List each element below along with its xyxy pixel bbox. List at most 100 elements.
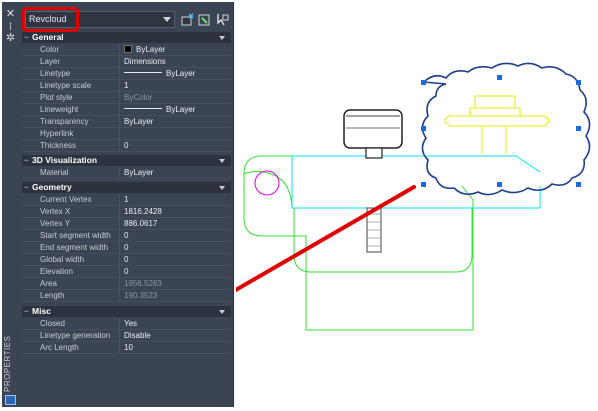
dropdown-icon[interactable]	[163, 17, 171, 22]
prop-value: 0	[124, 141, 129, 150]
prop-label: Vertex Y	[40, 219, 71, 228]
prop-value: 886.0617	[124, 219, 158, 228]
prop-row-arc-length[interactable]: Arc Length 10	[22, 342, 231, 354]
grip	[497, 75, 502, 80]
prop-value: 10	[124, 343, 133, 352]
green-arc	[243, 170, 293, 209]
prop-label: Current Vertex	[40, 195, 92, 204]
prop-value: 0	[124, 243, 129, 252]
green-bracket	[243, 174, 474, 331]
prop-row-closed[interactable]: Closed Yes	[22, 318, 231, 330]
select-objects-icon[interactable]	[198, 13, 212, 26]
prop-value: Yes	[124, 319, 138, 328]
section-title: Geometry	[32, 182, 72, 192]
prop-row-start-width[interactable]: Start segment width 0	[22, 230, 231, 242]
prop-row-color[interactable]: Color ByLayer	[22, 44, 231, 56]
grip	[576, 182, 581, 187]
section-3d-visualization[interactable]: − 3D Visualization	[22, 155, 231, 166]
prop-row-plot-style[interactable]: Plot style ByColor	[22, 92, 231, 104]
prop-value: 190.3523	[124, 291, 158, 300]
prop-label: Start segment width	[40, 231, 111, 240]
prop-label: Thickness	[40, 141, 77, 150]
color-value: ByLayer	[136, 45, 166, 54]
prop-label: Material	[40, 168, 69, 177]
prop-value: ByLayer	[124, 44, 165, 56]
lineweight-value: ByLayer	[166, 105, 196, 114]
prop-label: Plot style	[40, 93, 73, 102]
prop-row-current-vertex[interactable]: Current Vertex 1	[22, 194, 231, 206]
prop-value: Disable	[124, 331, 151, 340]
drawing-svg	[236, 62, 591, 331]
prop-row-linetype-scale[interactable]: Linetype scale 1	[22, 80, 231, 92]
prop-value: 1	[124, 195, 129, 204]
section-general[interactable]: − General	[22, 32, 231, 43]
prop-row-elevation[interactable]: Elevation 0	[22, 266, 231, 278]
palette-strip: ✕ ⁞ ✲ PROPERTIES	[2, 2, 19, 407]
grip	[421, 126, 426, 131]
section-title: 3D Visualization	[32, 155, 98, 165]
prop-value: ByLayer	[124, 168, 154, 177]
chevron-down-icon	[219, 310, 225, 314]
prop-row-thickness[interactable]: Thickness 0	[22, 140, 231, 152]
prop-value: 0	[124, 231, 129, 240]
prop-label: Area	[40, 279, 57, 288]
section-misc[interactable]: − Misc	[22, 306, 231, 317]
section-title: Misc	[32, 306, 51, 316]
prop-row-global-width[interactable]: Global width 0	[22, 254, 231, 266]
chevron-down-icon	[219, 36, 225, 40]
color-swatch	[124, 45, 132, 53]
properties-panel: Revcloud − General Color ByLayer Layer Dim…	[19, 2, 234, 407]
properties-icon	[5, 395, 16, 405]
knob-neck	[365, 147, 383, 159]
prop-label: Vertex X	[40, 207, 71, 216]
prop-value: ByLayer	[124, 104, 195, 116]
lineweight-preview	[124, 108, 162, 109]
prop-row-material[interactable]: Material ByLayer	[22, 167, 231, 179]
grip	[421, 182, 426, 187]
settings-icon[interactable]: ✲	[4, 32, 17, 43]
prop-label: Linetype scale	[40, 81, 92, 90]
green-outline-top	[243, 155, 436, 175]
prop-row-lineweight[interactable]: Lineweight ByLayer	[22, 104, 231, 116]
prop-label: Transparency	[40, 117, 89, 126]
prop-value: 0	[124, 255, 129, 264]
prop-label: Arc Length	[40, 343, 79, 352]
prop-value: 1816.2428	[124, 207, 162, 216]
grip	[497, 182, 502, 187]
prop-value: ByColor	[124, 93, 153, 102]
highlight-box	[22, 7, 79, 32]
prop-value: 1	[124, 81, 129, 90]
collapse-icon: −	[24, 155, 29, 165]
close-icon[interactable]: ✕	[4, 8, 17, 19]
collapse-icon: −	[24, 32, 29, 42]
prop-row-transparency[interactable]: Transparency ByLayer	[22, 116, 231, 128]
prop-row-vertex-y[interactable]: Vertex Y 886.0617	[22, 218, 231, 230]
chevron-down-icon	[219, 186, 225, 190]
drawing-canvas[interactable]	[236, 0, 598, 411]
prop-label: Hyperlink	[40, 129, 74, 138]
prop-row-linetype-generation[interactable]: Linetype generation Disable	[22, 330, 231, 342]
magenta-circle	[254, 170, 280, 196]
prop-row-hyperlink[interactable]: Hyperlink	[22, 128, 231, 140]
palette-title: PROPERTIES	[3, 335, 12, 392]
prop-label: Length	[40, 291, 65, 300]
prop-value: 1956.5283	[124, 279, 162, 288]
pickadd-icon[interactable]	[215, 13, 229, 26]
prop-label: Color	[40, 45, 60, 54]
prop-label: Lineweight	[40, 105, 79, 114]
prop-row-area[interactable]: Area 1956.5283	[22, 278, 231, 290]
prop-row-length[interactable]: Length 190.3523	[22, 290, 231, 302]
prop-label: Closed	[40, 319, 65, 328]
linetype-value: ByLayer	[166, 69, 196, 78]
prop-row-linetype[interactable]: Linetype ByLayer	[22, 68, 231, 80]
prop-value: 0	[124, 267, 129, 276]
prop-label: Elevation	[40, 267, 73, 276]
prop-row-vertex-x[interactable]: Vertex X 1816.2428	[22, 206, 231, 218]
red-arrow-shaft	[236, 185, 416, 293]
prop-row-layer[interactable]: Layer Dimensions	[22, 56, 231, 68]
prop-row-end-width[interactable]: End segment width 0	[22, 242, 231, 254]
quick-select-icon[interactable]	[181, 13, 195, 26]
prop-label: Linetype generation	[40, 331, 111, 340]
prop-value: Dimensions	[124, 57, 166, 66]
section-geometry[interactable]: − Geometry	[22, 182, 231, 193]
